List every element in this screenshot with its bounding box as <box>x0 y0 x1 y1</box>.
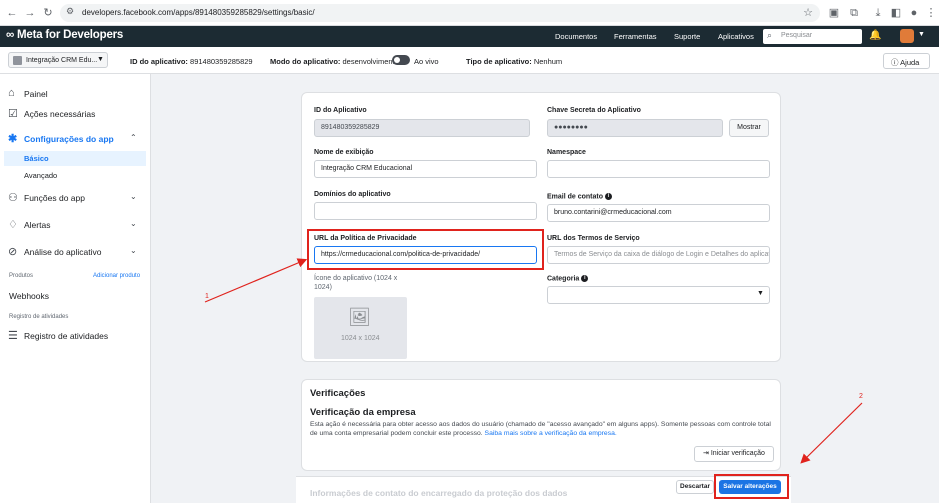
annotation-arrow-1 <box>204 258 308 303</box>
annotation-arrows <box>204 258 863 464</box>
annotation-arrow-2 <box>800 402 863 464</box>
